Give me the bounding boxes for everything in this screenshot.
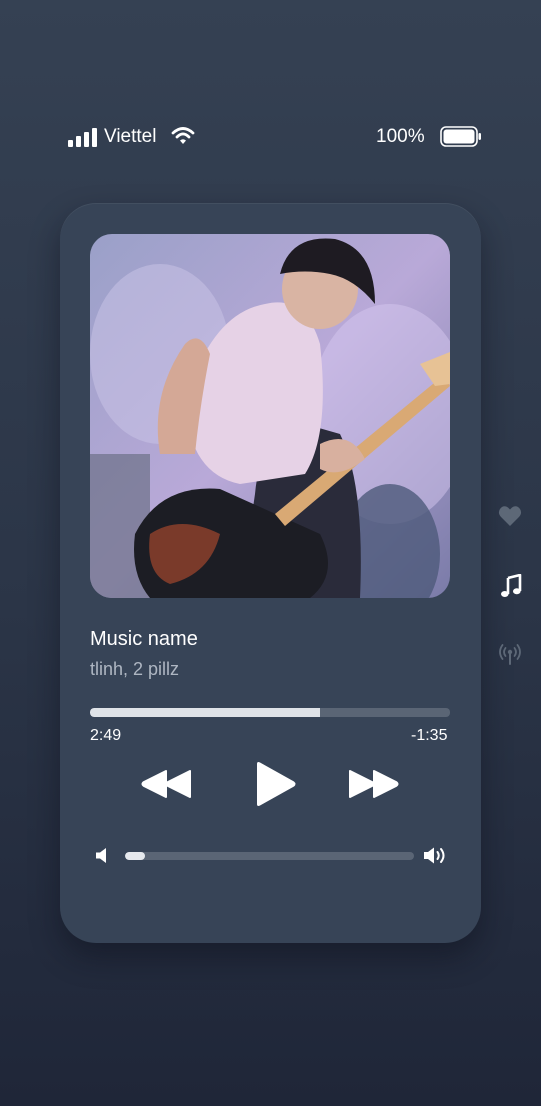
speaker-low-icon[interactable] <box>95 847 109 864</box>
signal-bars-icon <box>68 128 97 147</box>
progress-bar[interactable] <box>90 708 450 717</box>
battery-full-icon <box>440 126 481 147</box>
progress-fill <box>90 708 321 717</box>
play-icon[interactable] <box>253 760 297 808</box>
album-artwork <box>90 234 450 598</box>
speaker-high-icon[interactable] <box>423 846 447 865</box>
heart-icon[interactable] <box>498 505 522 527</box>
battery-percent: 100% <box>376 126 425 147</box>
music-note-icon[interactable] <box>500 574 522 598</box>
rewind-icon[interactable] <box>140 769 192 799</box>
time-elapsed: 2:49 <box>90 727 122 744</box>
time-remaining: -1:35 <box>411 727 448 744</box>
song-artist: tlinh, 2 pillz <box>90 659 180 679</box>
broadcast-icon[interactable] <box>498 643 522 665</box>
wifi-icon <box>171 127 195 144</box>
volume-slider[interactable] <box>125 852 414 860</box>
album-artwork-image <box>90 234 450 598</box>
song-title: Music name <box>90 628 198 650</box>
carrier-name: Viettel <box>104 126 157 147</box>
volume-fill <box>125 852 146 860</box>
fast-forward-icon[interactable] <box>348 769 400 799</box>
